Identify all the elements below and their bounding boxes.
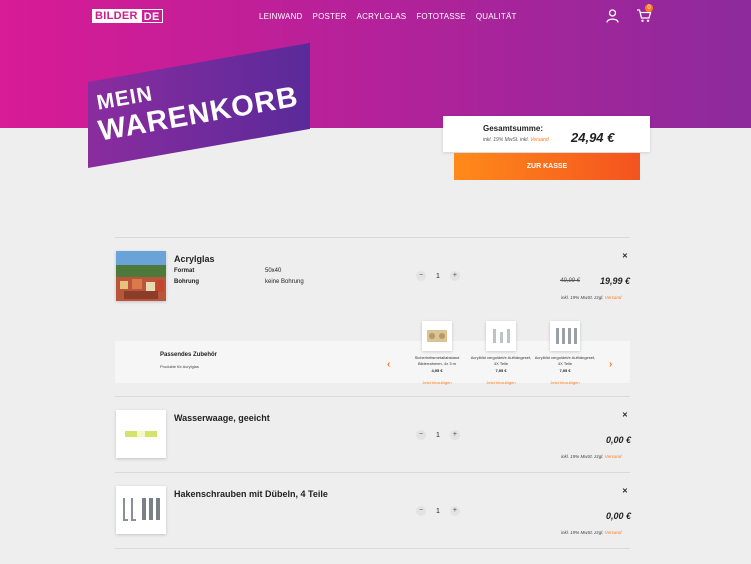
divider (115, 396, 630, 397)
close-icon[interactable]: ✕ (622, 487, 628, 495)
product-name[interactable]: Hakenschrauben mit Dübeln, 4 Teile (174, 489, 328, 499)
quantity-value: 1 (436, 272, 440, 280)
add-accessory-link[interactable]: Jetzt hinzufügen (534, 380, 596, 385)
main-nav: LEINWAND POSTER ACRYLGLAS FOTOTASSE QUAL… (259, 12, 517, 21)
vat-note-text: inkl. 19% MwSt. zzgl. (561, 454, 604, 459)
divider (115, 472, 630, 473)
decrease-button[interactable]: − (416, 506, 426, 516)
increase-button[interactable]: + (449, 271, 460, 281)
product-image-acrylglas[interactable] (116, 251, 166, 301)
add-accessory-link[interactable]: Jetzt hinzufügen (406, 380, 468, 385)
product-price: 19,99 € (600, 276, 631, 286)
product-price: 0,00 € (606, 435, 632, 445)
vat-note-text: inkl. 19% MwSt. zzgl. (561, 530, 604, 535)
vat-note-text: inkl. 19% MwSt. zzgl. (561, 295, 604, 300)
accessories-title: Passendes Zubehör (160, 352, 218, 358)
increase-button[interactable]: + (449, 506, 460, 516)
logo-text: BILDER (92, 9, 141, 23)
accessory-photo (556, 328, 577, 344)
attr-value-format: 50x40 (265, 268, 282, 274)
product-photo (123, 498, 160, 521)
accessory-image (486, 321, 516, 351)
attr-label-format: Format (174, 268, 194, 274)
accessories-subtitle: Produkte für Acrylglas (160, 364, 199, 369)
accessory-item[interactable]: Acrylblid vergoldet/e Aufhängeset, 4X Te… (470, 321, 532, 385)
nav-fototasse[interactable]: FOTOTASSE (416, 12, 466, 21)
old-price: 49,99 € (560, 278, 581, 284)
divider (115, 548, 630, 549)
nav-leinwand[interactable]: LEINWAND (259, 12, 303, 21)
quantity-stepper: − 1 + (416, 430, 460, 440)
logo[interactable]: BILDER DE (92, 9, 163, 23)
accessory-item[interactable]: Sicherheitsmetallabstand Bilderrahmen, 4… (406, 321, 468, 385)
attr-format-label: Format (174, 268, 195, 274)
product-photo (125, 431, 157, 437)
vat-note: inkl. 19% MwSt. zzgl. Versand (561, 530, 621, 535)
shipping-link[interactable]: Versand (605, 530, 622, 535)
shipping-link[interactable]: Versand (605, 454, 622, 459)
shipping-link[interactable]: Versand (530, 137, 548, 143)
checkout-button[interactable]: ZUR KASSE (454, 153, 640, 180)
product-name[interactable]: Wasserwaage, geeicht (174, 413, 270, 423)
order-summary: Gesamtsumme: inkl. 19% MwSt. inkl. Versa… (443, 116, 650, 152)
user-icon[interactable] (606, 9, 619, 23)
accessory-name: Acrylblid vergoldet/e Aufhängeset, 4X Te… (534, 355, 596, 366)
decrease-button[interactable]: − (416, 430, 426, 440)
close-icon[interactable]: ✕ (622, 411, 628, 419)
product-name[interactable]: Acrylglas (174, 254, 215, 264)
accessory-photo (493, 329, 510, 343)
divider (115, 237, 630, 238)
quantity-value: 1 (436, 507, 440, 515)
total-label: Gesamtsumme: (483, 124, 544, 133)
vat-note: inkl. 19% MwSt. zzgl. Versand (561, 295, 621, 300)
total-vat-note: inkl. 19% MwSt. inkl. Versand (483, 137, 549, 143)
vat-note: inkl. 19% MwSt. zzgl. Versand (561, 454, 621, 459)
attr-bohrung-label: Bohrung (174, 279, 199, 285)
accessory-price: 7,95 € (559, 368, 571, 373)
total-amount: 24,94 € (571, 130, 615, 145)
nav-qualitaet[interactable]: QUALITÄT (476, 12, 517, 21)
accessory-item[interactable]: Acrylblid vergoldet/e Aufhängeset, 4X Te… (534, 321, 596, 385)
product-image-wasserwaage[interactable] (116, 410, 166, 458)
accessory-name: Sicherheitsmetallabstand Bilderrahmen, 4… (414, 355, 460, 366)
chevron-right-icon[interactable]: › (609, 359, 612, 370)
product-image-hakenschrauben[interactable] (116, 486, 166, 534)
attr-value-bohrung: keine Bohrung (265, 279, 304, 285)
product-price: 0,00 € (606, 511, 632, 521)
quantity-stepper: − 1 + (416, 271, 460, 281)
accessory-photo (427, 330, 447, 342)
vat-note-text: inkl. 19% MwSt. inkl. (483, 137, 529, 143)
accessory-image (550, 321, 580, 351)
increase-button[interactable]: + (449, 430, 460, 440)
decrease-button[interactable]: − (416, 271, 426, 281)
accessory-image (422, 321, 452, 351)
nav-acrylglas[interactable]: ACRYLGLAS (357, 12, 407, 21)
close-icon[interactable]: ✕ (622, 252, 628, 260)
accessory-price: 7,95 € (495, 368, 507, 373)
accessory-price: 4,95 € (431, 368, 443, 373)
nav-poster[interactable]: POSTER (313, 12, 347, 21)
quantity-stepper: − 1 + (416, 506, 460, 516)
logo-suffix: DE (140, 9, 163, 23)
quantity-value: 1 (436, 431, 440, 439)
accessory-name: Acrylblid vergoldet/e Aufhängeset, 4X Te… (470, 355, 532, 366)
chevron-left-icon[interactable]: ‹ (387, 359, 390, 370)
add-accessory-link[interactable]: Jetzt hinzufügen (470, 380, 532, 385)
cart-count-badge: 0 (645, 4, 653, 12)
product-photo (116, 251, 166, 301)
attr-label-bohrung: Bohrung (174, 279, 199, 285)
shipping-link[interactable]: Versand (605, 295, 622, 300)
